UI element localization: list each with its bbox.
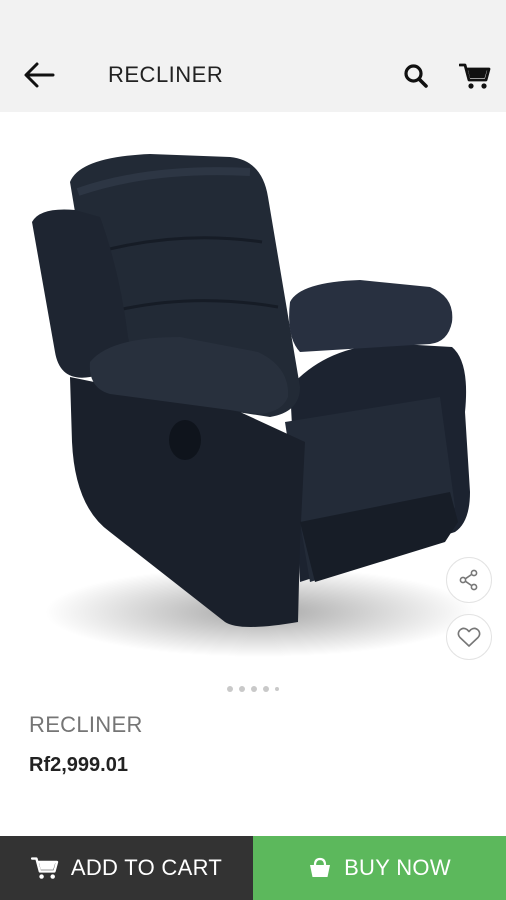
- search-icon: [404, 64, 428, 88]
- product-name: RECLINER: [29, 712, 143, 737]
- pager-dot[interactable]: [227, 686, 233, 692]
- back-arrow-icon: [24, 62, 55, 88]
- pager-dot[interactable]: [251, 686, 257, 692]
- heart-icon: [457, 627, 481, 647]
- search-button[interactable]: [398, 58, 434, 94]
- image-pager: [0, 686, 506, 692]
- share-button[interactable]: [446, 557, 492, 603]
- recliner-image: [32, 154, 475, 657]
- cart-icon: [30, 857, 59, 879]
- pager-dot[interactable]: [275, 687, 279, 691]
- back-button[interactable]: [16, 54, 62, 96]
- share-icon: [459, 569, 478, 591]
- page-title: RECLINER: [108, 62, 224, 87]
- buy-now-label: BUY NOW: [344, 855, 451, 880]
- cart-icon: [459, 63, 491, 89]
- cart-button[interactable]: [456, 58, 494, 94]
- buy-now-button[interactable]: BUY NOW: [253, 836, 506, 900]
- app-bar: RECLINER: [0, 38, 506, 112]
- pager-dot[interactable]: [239, 686, 245, 692]
- pager-dot[interactable]: [263, 686, 269, 692]
- add-to-cart-label: ADD TO CART: [70, 855, 223, 880]
- product-image[interactable]: [0, 112, 506, 672]
- favorite-button[interactable]: [446, 614, 492, 660]
- shopping-bag-icon: [310, 857, 331, 877]
- bottom-action-bar: ADD TO CART BUY NOW: [0, 836, 506, 900]
- product-price: Rf2,999.01: [29, 754, 128, 776]
- status-bar: [0, 0, 506, 38]
- add-to-cart-button[interactable]: ADD TO CART: [0, 836, 253, 900]
